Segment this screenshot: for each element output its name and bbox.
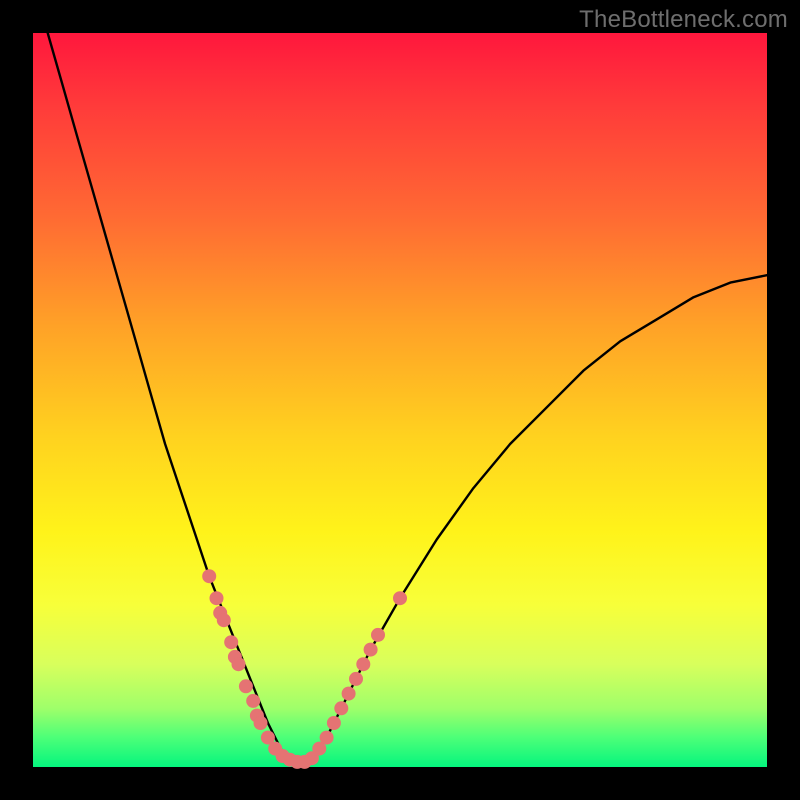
highlight-dot	[320, 731, 334, 745]
highlight-dot	[356, 657, 370, 671]
highlight-dot	[224, 635, 238, 649]
highlight-dot	[232, 657, 246, 671]
highlight-dot	[393, 591, 407, 605]
watermark-text: TheBottleneck.com	[579, 6, 788, 34]
highlight-dot	[342, 687, 356, 701]
highlight-dot	[364, 643, 378, 657]
highlight-dot	[202, 569, 216, 583]
highlight-dot	[349, 672, 363, 686]
highlight-dot	[371, 628, 385, 642]
highlight-dot	[217, 613, 231, 627]
highlight-dot	[246, 694, 260, 708]
highlight-dot	[327, 716, 341, 730]
bottleneck-curve	[48, 33, 767, 763]
chart-frame: TheBottleneck.com	[0, 0, 800, 800]
plot-area	[33, 33, 767, 767]
highlight-dot	[334, 701, 348, 715]
highlight-dot	[239, 679, 253, 693]
highlight-dots	[202, 569, 407, 769]
highlight-dot	[254, 716, 268, 730]
highlight-dot	[210, 591, 224, 605]
chart-svg	[33, 33, 767, 767]
